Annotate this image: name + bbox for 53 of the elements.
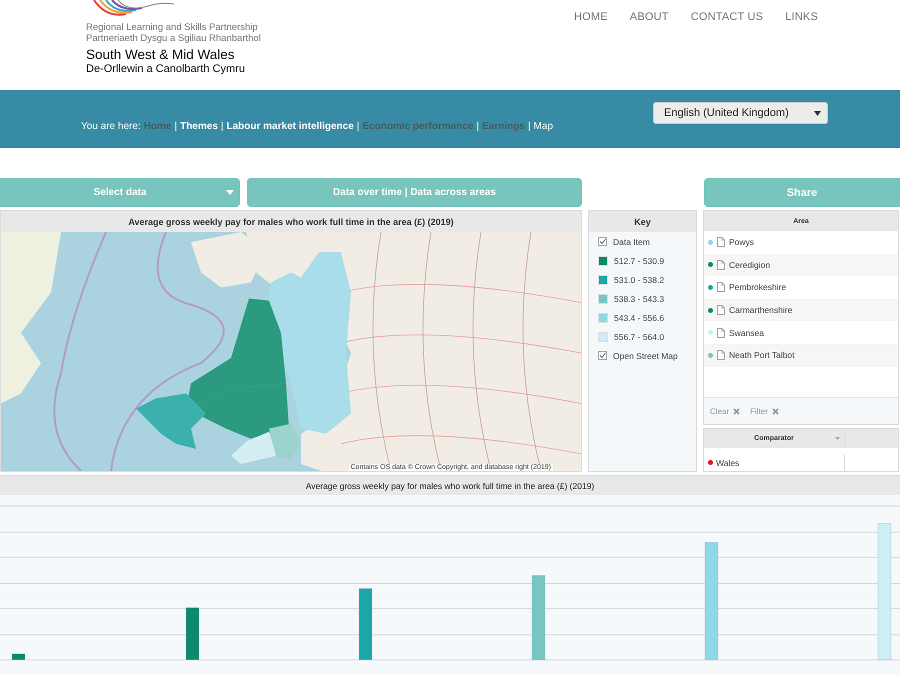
area-name: Ceredigion bbox=[729, 260, 770, 270]
breadcrumb-link[interactable]: Labour market intelligence bbox=[226, 120, 354, 132]
checkbox[interactable] bbox=[598, 351, 607, 360]
nav-link[interactable]: CONTACT US bbox=[690, 11, 764, 23]
breadcrumb-current: Map bbox=[534, 120, 553, 132]
document-icon bbox=[717, 328, 725, 338]
chart-bar bbox=[12, 654, 26, 660]
nav-link[interactable]: ABOUT bbox=[630, 11, 669, 23]
area-name: Pembrokeshire bbox=[729, 282, 786, 292]
close-icon bbox=[772, 408, 779, 414]
nav-link[interactable]: LINKS bbox=[785, 11, 818, 23]
language-select[interactable]: English (United Kingdom) bbox=[653, 102, 828, 124]
breadcrumb-separator: | bbox=[476, 120, 480, 132]
breadcrumb-separator: | bbox=[174, 120, 178, 132]
area-name: Carmarthenshire bbox=[729, 305, 792, 316]
legend-label: 512.7 - 530.9 bbox=[614, 256, 664, 266]
comparator-name: Wales bbox=[716, 458, 740, 468]
caret-icon bbox=[814, 110, 821, 116]
breadcrumb-separator: | bbox=[356, 120, 360, 132]
chart-title: Average gross weekly pay for males who work full time in the area (£) (2019) bbox=[0, 476, 900, 495]
logo-text: Partneriaeth Dysgu a Sgiliau Rhanbarthol bbox=[86, 33, 261, 44]
document-icon bbox=[717, 282, 725, 292]
breadcrumb-separator: | bbox=[220, 120, 224, 132]
legend-label: 538.3 - 543.3 bbox=[614, 294, 664, 304]
checkbox[interactable] bbox=[598, 237, 607, 246]
document-icon bbox=[717, 260, 725, 270]
area-row[interactable]: Carmarthenshire bbox=[704, 298, 898, 322]
breadcrumb-link[interactable]: Themes bbox=[180, 120, 218, 132]
breadcrumb-label: You are here: bbox=[81, 120, 141, 132]
checkbox-label: Data Item bbox=[613, 236, 650, 246]
caret-icon bbox=[226, 190, 234, 195]
document-icon bbox=[717, 350, 725, 360]
key-title: Key bbox=[589, 211, 696, 232]
logo-text: Regional Learning and Skills Partnership bbox=[86, 22, 259, 33]
document-icon bbox=[717, 237, 725, 248]
legend-label: 543.4 - 556.6 bbox=[614, 312, 664, 322]
legend-label: 556.7 - 564.0 bbox=[614, 332, 664, 342]
logo-text: De-Orllewin a Canolbarth Cymru bbox=[86, 63, 246, 76]
area-name: Powys bbox=[729, 237, 754, 248]
area-name: Neath Port Talbot bbox=[729, 350, 795, 360]
chart-bar bbox=[186, 607, 200, 660]
map-title: Average gross weekly pay for males who work full time in the area (£) (2019) bbox=[1, 211, 581, 232]
caret-icon bbox=[835, 437, 840, 440]
checkbox-label: Open Street Map bbox=[613, 350, 678, 360]
logo-text: South West & Mid Wales bbox=[86, 47, 236, 63]
close-icon bbox=[733, 408, 740, 414]
nav-link[interactable]: HOME bbox=[574, 11, 608, 23]
legend-label: 531.0 - 538.2 bbox=[614, 274, 664, 284]
document-icon bbox=[717, 305, 725, 316]
area-name: Swansea bbox=[729, 328, 764, 338]
breadcrumb-separator: | bbox=[528, 120, 531, 132]
area-row[interactable]: Neath Port Talbot bbox=[704, 344, 898, 367]
area-row[interactable]: Ceredigion bbox=[704, 254, 898, 276]
